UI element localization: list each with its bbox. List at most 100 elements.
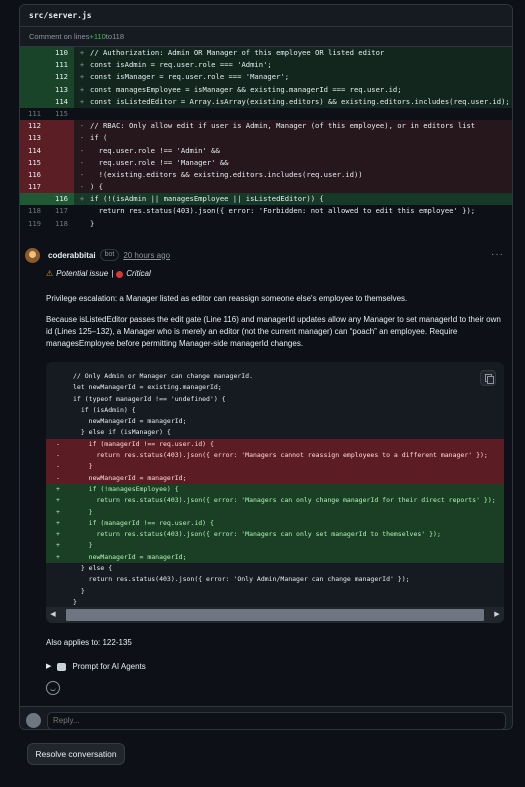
prompt-disclosure[interactable]: ▶ Prompt for AI Agents xyxy=(46,661,504,673)
diff-marker: - xyxy=(79,133,85,143)
diff-row[interactable]: 111 + const isAdmin = req.user.role === 'A… xyxy=(20,59,512,72)
new-line-number: 112 xyxy=(47,71,74,84)
reply-input[interactable] xyxy=(47,711,506,729)
snippet-line: + if (!managesEmployee) { xyxy=(46,483,504,496)
add-reaction-icon[interactable] xyxy=(46,681,60,695)
snippet-marker xyxy=(46,371,66,382)
diff-row[interactable]: 112 + const isManager = req.user.role === … xyxy=(20,71,512,84)
old-line-number xyxy=(20,95,47,108)
diff-row[interactable]: 112 -// RBAC: Only allow edit if user is … xyxy=(20,120,512,133)
snippet-line: + return res.status(403).json({ error: '… xyxy=(46,495,504,507)
old-line-number: 116 xyxy=(20,168,47,182)
code-line: // RBAC: Only allow edit if user is Admi… xyxy=(90,121,476,131)
code-line: if ( xyxy=(90,133,108,143)
diff-marker: + xyxy=(79,72,85,82)
diff-row[interactable]: 117 -) { xyxy=(20,181,512,194)
snippet-code: } else if (isManager) { xyxy=(73,428,171,437)
snippet-marker: + xyxy=(56,552,60,561)
snippet-line: - return res.status(403).json({ error: '… xyxy=(46,450,504,462)
file-path[interactable]: src/server.js xyxy=(20,5,512,27)
new-line-number xyxy=(47,181,74,194)
new-line-number: 118 xyxy=(55,218,68,228)
avatar xyxy=(26,713,41,728)
copy-icon[interactable] xyxy=(480,370,496,386)
old-line-number xyxy=(20,193,47,206)
snippet-code: let newManagerId = existing.managerId; xyxy=(73,383,222,392)
diff-row[interactable]: 113 + const managesEmployee = isManager &&… xyxy=(20,83,512,96)
old-line-number: 112 xyxy=(20,120,47,133)
diff-marker: - xyxy=(79,169,85,179)
code-lines: // Only Admin or Manager can change mana… xyxy=(46,362,504,608)
snippet-code: return res.status(403).json({ error: 'Ma… xyxy=(73,530,441,539)
comment-range-end: 118 xyxy=(112,32,125,41)
caret-right-icon[interactable]: ▶ xyxy=(46,661,51,673)
diff-marker: - xyxy=(79,157,85,167)
code-line: req.user.role !== 'Admin' && xyxy=(90,145,220,155)
scroll-left-icon[interactable]: ◀ xyxy=(46,609,60,621)
new-line-number xyxy=(47,144,74,157)
snippet-line: } else if (isManager) { xyxy=(46,427,504,438)
comment-range: Comment on lines +110 to 118 xyxy=(20,27,512,47)
snippet-marker xyxy=(46,427,66,438)
diff-marker: - xyxy=(79,121,85,131)
timestamp[interactable]: 20 hours ago xyxy=(123,251,170,260)
diff-view: 110 + // Authorization: Admin OR Manager o… xyxy=(20,47,512,230)
snippet-marker xyxy=(46,394,66,405)
prompt-label[interactable]: Prompt for AI Agents xyxy=(72,661,145,673)
suggested-code-block: // Only Admin or Manager can change mana… xyxy=(46,362,504,623)
snippet-marker: + xyxy=(56,496,60,505)
code-line: const managesEmployee = isManager && exi… xyxy=(90,84,402,94)
comment-title: Privilege escalation: a Manager listed a… xyxy=(46,294,408,303)
diff-row[interactable]: 116 - !(existing.editors && existing.edit… xyxy=(20,168,512,182)
diff-row[interactable]: 115 - req.user.role !== 'Manager' && xyxy=(20,156,512,169)
diff-row[interactable]: 110 + // Authorization: Admin OR Manager o… xyxy=(20,47,512,60)
snippet-marker: + xyxy=(56,484,60,493)
author-name[interactable]: coderabbitai xyxy=(48,251,96,260)
snippet-line: let newManagerId = existing.managerId; xyxy=(46,382,504,393)
diff-row[interactable]: 119 118} xyxy=(20,218,512,230)
resolve-conversation-button[interactable]: Resolve conversation xyxy=(27,743,125,765)
new-line-number xyxy=(47,120,74,133)
snippet-code: } xyxy=(73,507,93,516)
snippet-code: return res.status(403).json({ error: 'Ma… xyxy=(73,451,488,460)
horizontal-scrollbar[interactable]: ◀ ▶ xyxy=(46,607,504,623)
issue-separator: | xyxy=(111,269,114,278)
code-line: // Authorization: Admin OR Manager of th… xyxy=(90,48,385,57)
old-line-number xyxy=(20,83,47,96)
diff-row[interactable]: 113 - if ( xyxy=(20,132,512,145)
diff-row[interactable]: 114 - req.user.role !== 'Admin' && xyxy=(20,144,512,157)
snippet-code: if (managerId !== req.user.id) { xyxy=(73,518,214,527)
snippet-code: } xyxy=(73,586,85,595)
issue-label-row: ⚠ Potential issue | Critical xyxy=(46,268,504,280)
old-line-number xyxy=(20,71,47,84)
diff-marker xyxy=(74,205,90,217)
snippet-code: if (!managesEmployee) { xyxy=(73,484,179,493)
snippet-marker xyxy=(46,574,66,585)
bot-badge: bot xyxy=(99,249,120,261)
snippet-marker xyxy=(46,416,66,427)
avatar[interactable] xyxy=(25,247,40,263)
diff-row[interactable]: 111 115 xyxy=(20,108,512,120)
snippet-line: + } xyxy=(46,540,504,552)
diff-marker: - xyxy=(79,145,85,155)
scrollbar-thumb[interactable] xyxy=(66,609,484,621)
new-line-number: 114 xyxy=(47,95,74,108)
code-line: const isAdmin = req.user.role === 'Admin… xyxy=(90,60,272,70)
diff-row[interactable]: 114 + const isListedEditor = Array.isArray… xyxy=(20,95,512,108)
code-line: if (!(isAdmin || managesEmployee || isLi… xyxy=(90,194,324,204)
comment-header: coderabbitai bot 20 hours ago ··· xyxy=(20,245,512,265)
old-line-number: 113 xyxy=(20,132,47,145)
snippet-code: if (typeof managerId !== 'undefined') { xyxy=(73,394,226,403)
scroll-right-icon[interactable]: ▶ xyxy=(490,609,504,621)
code-line: !(existing.editors && existing.editors.i… xyxy=(90,169,363,179)
issue-label: Potential issue xyxy=(56,269,109,278)
code-line: ) { xyxy=(90,182,103,192)
comment-body: Because isListedEditor passes the edit g… xyxy=(46,315,501,348)
snippet-marker: - xyxy=(56,439,60,448)
snippet-line: + return res.status(403).json({ error: '… xyxy=(46,529,504,541)
more-options-icon[interactable]: ··· xyxy=(491,249,504,260)
diff-row[interactable]: 118 117 return res.status(403).json({ err… xyxy=(20,205,512,217)
snippet-code: newManagerId = managerId; xyxy=(73,473,187,482)
diff-row[interactable]: 116 + if (!(isAdmin || managesEmployee || … xyxy=(20,193,512,206)
code-line: req.user.role !== 'Manager' && xyxy=(90,157,229,167)
